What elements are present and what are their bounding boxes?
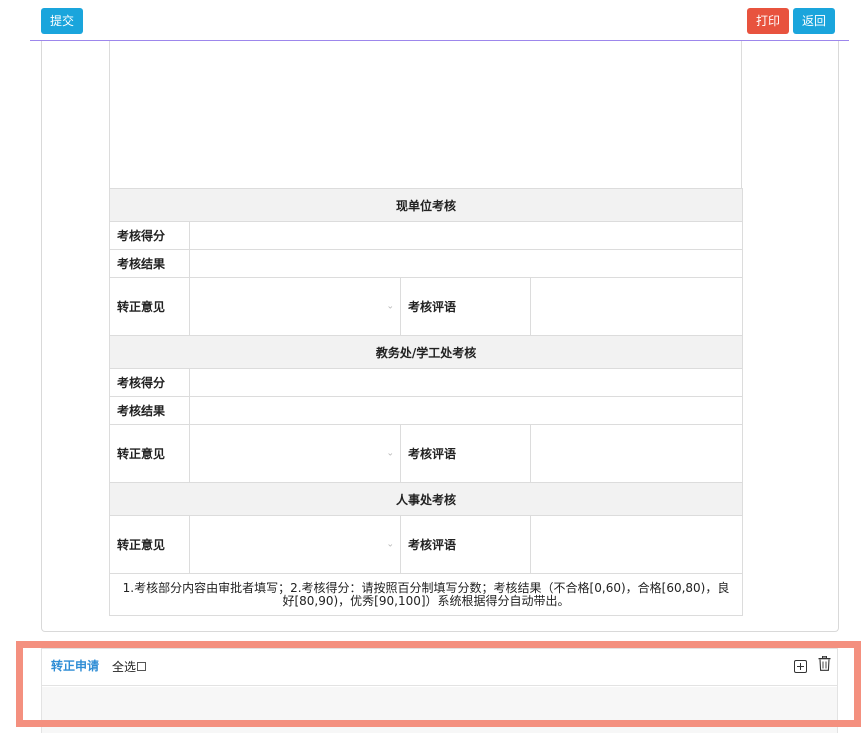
chevron-down-icon: ⌄ <box>386 539 394 549</box>
highlight-frame <box>16 641 861 727</box>
assessment-form: 现单位考核 考核得分 考核结果 转正意见 ⌄ 考核评语 教务处/学工处考核 考核… <box>108 188 744 616</box>
opinion-select[interactable]: ⌄ <box>189 424 401 483</box>
result-label: 考核结果 <box>109 249 190 278</box>
score-label: 考核得分 <box>109 368 190 397</box>
result-label: 考核结果 <box>109 396 190 425</box>
form-blank-area <box>109 41 742 189</box>
comment-input[interactable] <box>529 277 744 336</box>
opinion-label: 转正意见 <box>109 424 190 483</box>
comment-input[interactable] <box>529 424 744 483</box>
section-title-current-unit: 现单位考核 <box>108 188 744 222</box>
chevron-down-icon: ⌄ <box>386 448 394 458</box>
comment-label: 考核评语 <box>400 515 531 574</box>
opinion-label: 转正意见 <box>109 277 190 336</box>
submit-button[interactable]: 提交 <box>41 8 83 34</box>
back-button[interactable]: 返回 <box>793 8 835 34</box>
section-title-hr: 人事处考核 <box>108 482 744 516</box>
opinion-label: 转正意见 <box>109 515 190 574</box>
score-input[interactable] <box>188 368 744 397</box>
comment-input[interactable] <box>529 515 744 574</box>
score-label: 考核得分 <box>109 221 190 250</box>
opinion-select[interactable]: ⌄ <box>189 515 401 574</box>
section-title-academic-affairs: 教务处/学工处考核 <box>108 335 744 369</box>
print-button[interactable]: 打印 <box>747 8 789 34</box>
result-field <box>188 249 744 278</box>
comment-label: 考核评语 <box>400 277 531 336</box>
assessment-note: 1.考核部分内容由审批者填写；2.考核得分：请按照百分制填写分数；考核结果（不合… <box>108 573 744 616</box>
result-field <box>188 396 744 425</box>
score-input[interactable] <box>188 221 744 250</box>
opinion-select[interactable]: ⌄ <box>189 277 401 336</box>
comment-label: 考核评语 <box>400 424 531 483</box>
chevron-down-icon: ⌄ <box>386 301 394 311</box>
